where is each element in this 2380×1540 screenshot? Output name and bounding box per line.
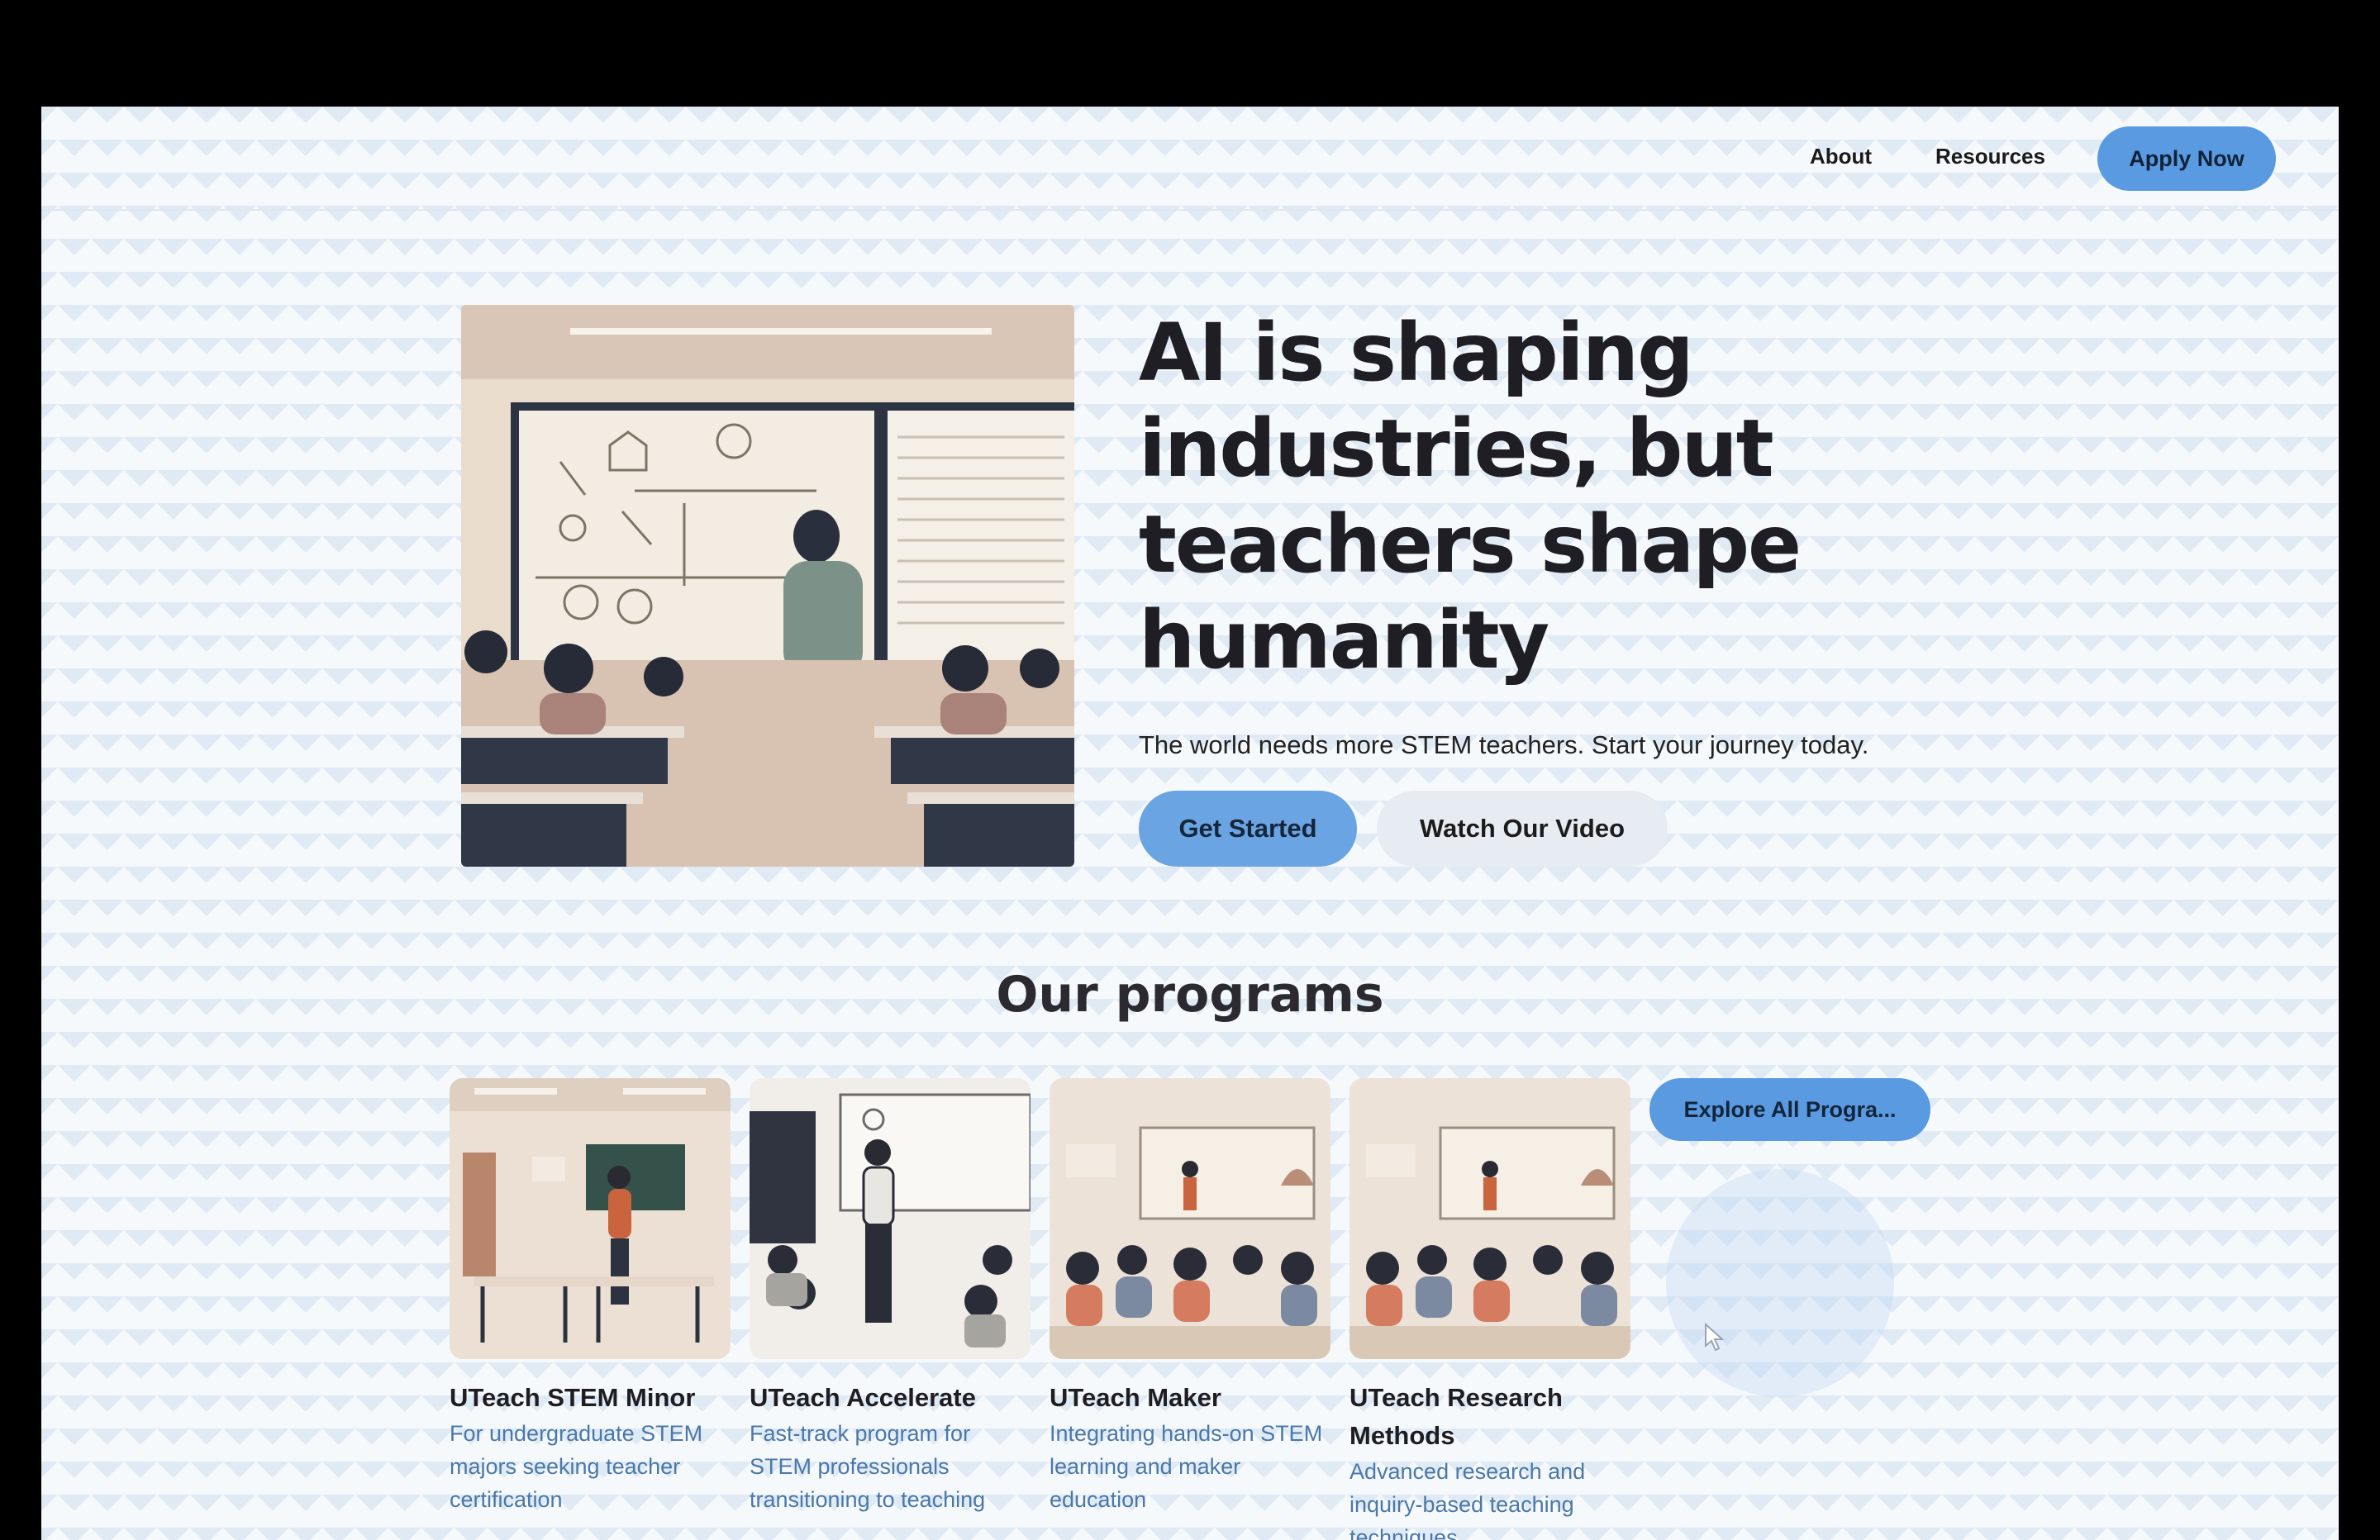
program-title: UTeach Maker [1050,1383,1221,1412]
program-card-accelerate[interactable]: UTeach Accelerate Fast-track program for… [750,1078,1031,1516]
hero-classroom-image [461,305,1074,867]
program-card-stem-minor[interactable]: UTeach STEM Minor For undergraduate STEM… [450,1078,731,1516]
watch-video-button[interactable]: Watch Our Video [1377,791,1668,867]
program-title: UTeach Research Methods [1349,1383,1563,1450]
hero-subtitle: The world needs more STEM teachers. Star… [1139,730,1869,759]
program-title: UTeach STEM Minor [450,1383,696,1412]
program-image [1349,1078,1630,1359]
program-description: Advanced research and inquiry-based teac… [1349,1459,1586,1540]
program-card-research-methods[interactable]: UTeach Research Methods Advanced researc… [1349,1078,1630,1540]
program-description: For undergraduate STEM majors seeking te… [450,1421,703,1512]
program-card-maker[interactable]: UTeach Maker Integrating hands-on STEM l… [1050,1078,1330,1516]
apply-now-button[interactable]: Apply Now [2097,126,2276,191]
nav-link-about[interactable]: About [1810,144,1872,169]
programs-heading: Our programs [996,966,1384,1024]
program-image [750,1078,1031,1359]
get-started-button[interactable]: Get Started [1139,791,1357,867]
program-title: UTeach Accelerate [750,1383,976,1412]
mouse-cursor-icon [1705,1323,1725,1352]
explore-all-programs-button[interactable]: Explore All Progra... [1649,1078,1930,1141]
program-image [1050,1078,1330,1359]
browser-viewport: About Resources Apply Now AI is shaping … [41,107,2339,1540]
program-description: Integrating hands-on STEM learning and m… [1050,1421,1323,1512]
click-ripple [1666,1169,1894,1397]
top-nav: About Resources Apply Now [41,107,2339,211]
program-image [450,1078,731,1359]
nav-link-resources[interactable]: Resources [1935,144,2045,169]
hero-title: AI is shaping industries, but teachers s… [1139,307,1802,687]
program-description: Fast-track program for STEM professional… [750,1421,986,1512]
